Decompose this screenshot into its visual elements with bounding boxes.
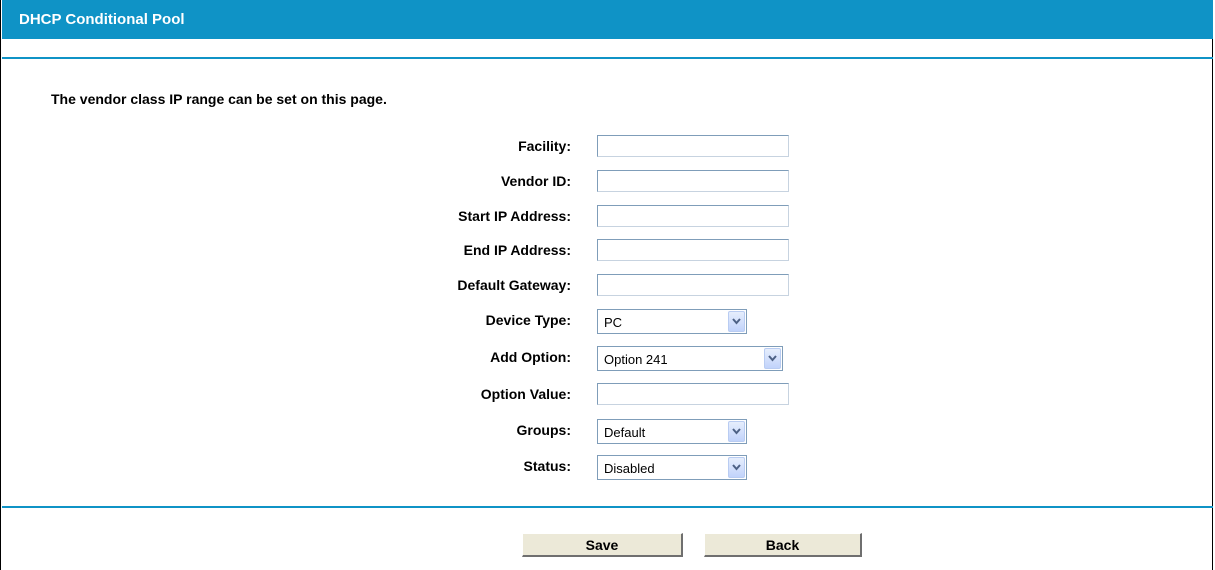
device-type-select[interactable]: PC: [597, 309, 747, 334]
add-option-select[interactable]: Option 241: [597, 346, 783, 371]
add-option-value: Option 241: [604, 352, 668, 367]
option-value-input[interactable]: [597, 383, 789, 405]
vendor-id-input[interactable]: [597, 170, 789, 192]
groups-value: Default: [604, 425, 646, 440]
form-row-option-value: Option Value:: [1, 383, 1201, 407]
form-row-vendor-id: Vendor ID:: [1, 170, 1201, 194]
device-type-value: PC: [604, 315, 623, 330]
facility-label: Facility:: [518, 138, 571, 154]
default-gateway-label: Default Gateway:: [457, 277, 571, 293]
intro-text: The vendor class IP range can be set on …: [51, 91, 387, 107]
start-ip-input[interactable]: [597, 205, 789, 227]
footer-divider: [2, 506, 1213, 508]
title-bar: DHCP Conditional Pool: [2, 0, 1213, 39]
status-label: Status:: [523, 458, 571, 474]
form-row-device-type: Device Type: PC: [1, 309, 1201, 334]
option-value-label: Option Value:: [480, 386, 571, 402]
page-title: DHCP Conditional Pool: [19, 11, 185, 28]
groups-select[interactable]: Default: [597, 419, 747, 444]
device-type-label: Device Type:: [485, 312, 571, 328]
form-row-facility: Facility:: [1, 135, 1201, 159]
status-value: Disabled: [604, 461, 655, 476]
header-divider: [2, 57, 1213, 59]
default-gateway-input[interactable]: [597, 274, 789, 296]
page-frame: DHCP Conditional Pool The vendor class I…: [0, 0, 1213, 570]
vendor-id-label: Vendor ID:: [500, 173, 571, 189]
add-option-label: Add Option:: [490, 349, 571, 365]
form-row-add-option: Add Option: Option 241: [1, 346, 1201, 371]
save-button[interactable]: Save: [522, 533, 683, 557]
form-row-status: Status: Disabled: [1, 455, 1201, 480]
form-row-end-ip: End IP Address:: [1, 239, 1201, 263]
chevron-down-icon[interactable]: [728, 457, 745, 478]
chevron-down-icon[interactable]: [728, 311, 745, 332]
facility-input[interactable]: [597, 135, 789, 157]
status-select[interactable]: Disabled: [597, 455, 747, 480]
form-row-groups: Groups: Default: [1, 419, 1201, 444]
start-ip-label: Start IP Address:: [458, 208, 571, 224]
groups-label: Groups:: [516, 422, 571, 438]
chevron-down-icon[interactable]: [728, 421, 745, 442]
chevron-down-icon[interactable]: [764, 348, 781, 369]
end-ip-label: End IP Address:: [463, 242, 571, 258]
form-row-start-ip: Start IP Address:: [1, 205, 1201, 229]
back-button[interactable]: Back: [704, 533, 862, 557]
end-ip-input[interactable]: [597, 239, 789, 261]
form-row-default-gateway: Default Gateway:: [1, 274, 1201, 298]
